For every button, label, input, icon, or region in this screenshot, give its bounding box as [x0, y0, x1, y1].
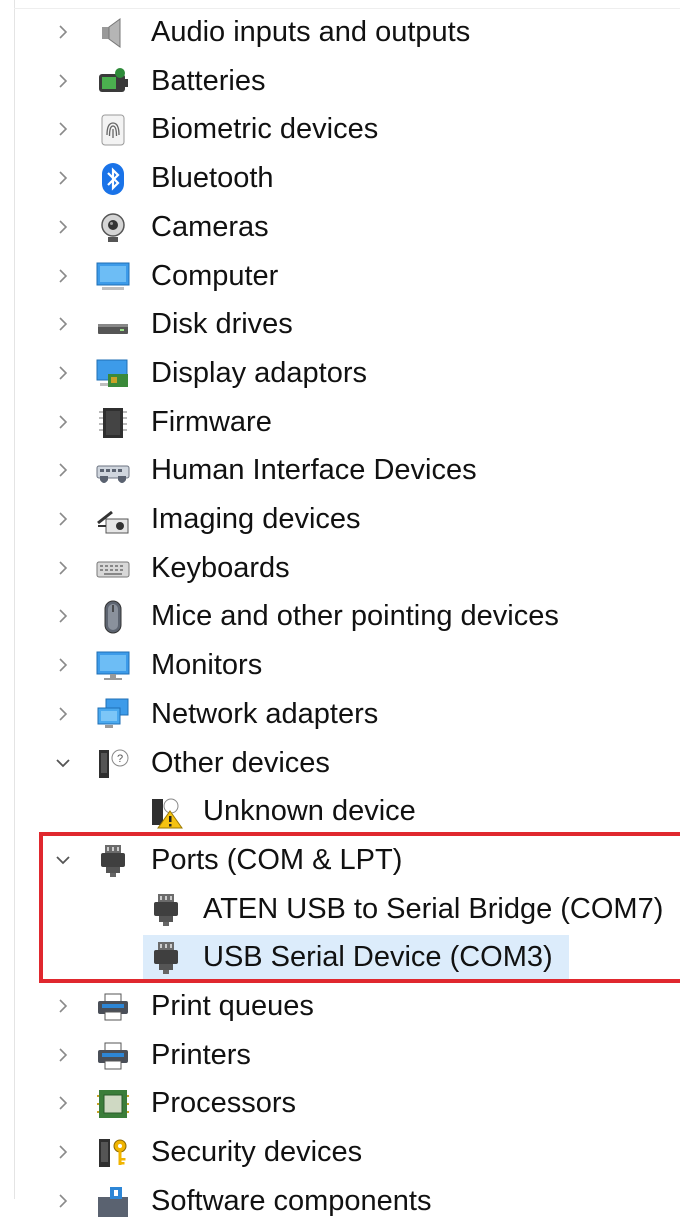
- tree-item-label: Monitors: [151, 649, 263, 682]
- security-key-icon: [96, 1136, 130, 1170]
- tree-item-label: Biometric devices: [151, 113, 379, 146]
- tree-category-disk-drives[interactable]: Disk drives: [0, 300, 680, 348]
- expand-chevron-icon[interactable]: [50, 690, 76, 738]
- expand-chevron-icon[interactable]: [50, 446, 76, 494]
- unknown-device-icon: ?: [96, 747, 130, 781]
- imaging-device-icon: [96, 503, 130, 537]
- tree-category-monitors[interactable]: Monitors: [0, 641, 680, 689]
- tree-item-label: Disk drives: [151, 308, 293, 341]
- tree-category-human-interface-devices[interactable]: Human Interface Devices: [0, 446, 680, 494]
- tree-category-display-adaptors[interactable]: Display adaptors: [0, 349, 680, 397]
- expand-chevron-icon[interactable]: [50, 1177, 76, 1225]
- collapse-chevron-icon[interactable]: [50, 739, 76, 787]
- expand-chevron-icon[interactable]: [50, 641, 76, 689]
- expand-chevron-icon[interactable]: [50, 398, 76, 446]
- expand-chevron-icon[interactable]: [50, 982, 76, 1030]
- expand-chevron-icon[interactable]: [50, 154, 76, 202]
- tree-category-processors[interactable]: Processors: [0, 1079, 680, 1127]
- tree-category-mice-and-other-pointing-devices[interactable]: Mice and other pointing devices: [0, 592, 680, 640]
- tree-item-label: Display adaptors: [151, 356, 367, 389]
- tree-item-label: Printers: [151, 1038, 251, 1071]
- camera-icon: [96, 211, 130, 245]
- tree-category-other-devices[interactable]: ? Other devices: [0, 739, 680, 787]
- tree-item-label: Audio inputs and outputs: [151, 16, 471, 48]
- expand-chevron-icon[interactable]: [50, 349, 76, 397]
- tree-item-label: Other devices: [151, 746, 330, 779]
- network-adapter-icon: [96, 698, 130, 732]
- expand-chevron-icon[interactable]: [50, 1128, 76, 1176]
- expand-chevron-icon[interactable]: [50, 203, 76, 251]
- expand-chevron-icon[interactable]: [50, 105, 76, 153]
- tree-category-firmware[interactable]: Firmware: [0, 398, 680, 446]
- tree-child-item[interactable]: Unknown device: [0, 787, 680, 835]
- battery-icon: [96, 65, 130, 99]
- tree-item-label: Bluetooth: [151, 162, 274, 195]
- tree-item-label: Keyboards: [151, 551, 290, 584]
- tree-item-label: Imaging devices: [151, 503, 361, 535]
- tree-item-label: Security devices: [151, 1136, 363, 1169]
- keyboard-icon: [96, 552, 130, 586]
- tree-item-label: Software components: [151, 1184, 432, 1217]
- tree-category-print-queues[interactable]: Print queues: [0, 982, 680, 1030]
- ports-highlight-box: [39, 832, 680, 983]
- svg-text:?: ?: [117, 753, 123, 765]
- firmware-chip-icon: [96, 406, 130, 440]
- bluetooth-icon: [96, 162, 130, 196]
- tree-item-label: Network adapters: [151, 697, 379, 730]
- computer-icon: [96, 260, 130, 294]
- expand-chevron-icon[interactable]: [50, 8, 76, 56]
- tree-category-biometric-devices[interactable]: Biometric devices: [0, 105, 680, 153]
- expand-chevron-icon[interactable]: [50, 1079, 76, 1127]
- printer-icon: [96, 990, 130, 1024]
- tree-item-label: Batteries: [151, 64, 266, 97]
- expand-chevron-icon[interactable]: [50, 592, 76, 640]
- hid-icon: [96, 454, 130, 488]
- expand-chevron-icon[interactable]: [50, 544, 76, 592]
- tree-item-label: Mice and other pointing devices: [151, 600, 559, 633]
- expand-chevron-icon[interactable]: [50, 300, 76, 348]
- speaker-icon: [96, 16, 130, 50]
- tree-category-batteries[interactable]: Batteries: [0, 57, 680, 105]
- expand-chevron-icon[interactable]: [50, 1031, 76, 1079]
- tree-item-label: Print queues: [151, 990, 314, 1022]
- tree-category-audio-inputs-and-outputs[interactable]: Audio inputs and outputs: [0, 8, 680, 56]
- tree-category-bluetooth[interactable]: Bluetooth: [0, 154, 680, 202]
- expand-chevron-icon[interactable]: [50, 57, 76, 105]
- tree-category-computer[interactable]: Computer: [0, 252, 680, 300]
- tree-category-imaging-devices[interactable]: Imaging devices: [0, 495, 680, 543]
- fingerprint-icon: [96, 113, 130, 147]
- tree-item-label: Computer: [151, 259, 279, 292]
- tree-category-software-components[interactable]: Software components: [0, 1177, 680, 1225]
- display-adapter-icon: [96, 357, 130, 391]
- processor-icon: [96, 1087, 130, 1121]
- tree-item-label: Cameras: [151, 210, 269, 243]
- expand-chevron-icon[interactable]: [50, 495, 76, 543]
- tree-item-label: Firmware: [151, 405, 272, 438]
- warning-device-icon: [149, 795, 183, 829]
- device-tree: Audio inputs and outputs Batteries Biometr…: [0, 0, 680, 1217]
- tree-item-label: Unknown device: [203, 795, 416, 828]
- software-component-icon: [96, 1185, 130, 1219]
- tree-item-label: Human Interface Devices: [151, 454, 477, 487]
- monitor-icon: [96, 649, 130, 683]
- tree-category-printers[interactable]: Printers: [0, 1031, 680, 1079]
- tree-category-security-devices[interactable]: Security devices: [0, 1128, 680, 1176]
- expand-chevron-icon[interactable]: [50, 252, 76, 300]
- mouse-icon: [96, 600, 130, 634]
- tree-category-network-adapters[interactable]: Network adapters: [0, 690, 680, 738]
- disk-drive-icon: [96, 308, 130, 342]
- printer-icon: [96, 1039, 130, 1073]
- tree-item-label: Processors: [151, 1087, 297, 1120]
- tree-category-cameras[interactable]: Cameras: [0, 203, 680, 251]
- tree-category-keyboards[interactable]: Keyboards: [0, 544, 680, 592]
